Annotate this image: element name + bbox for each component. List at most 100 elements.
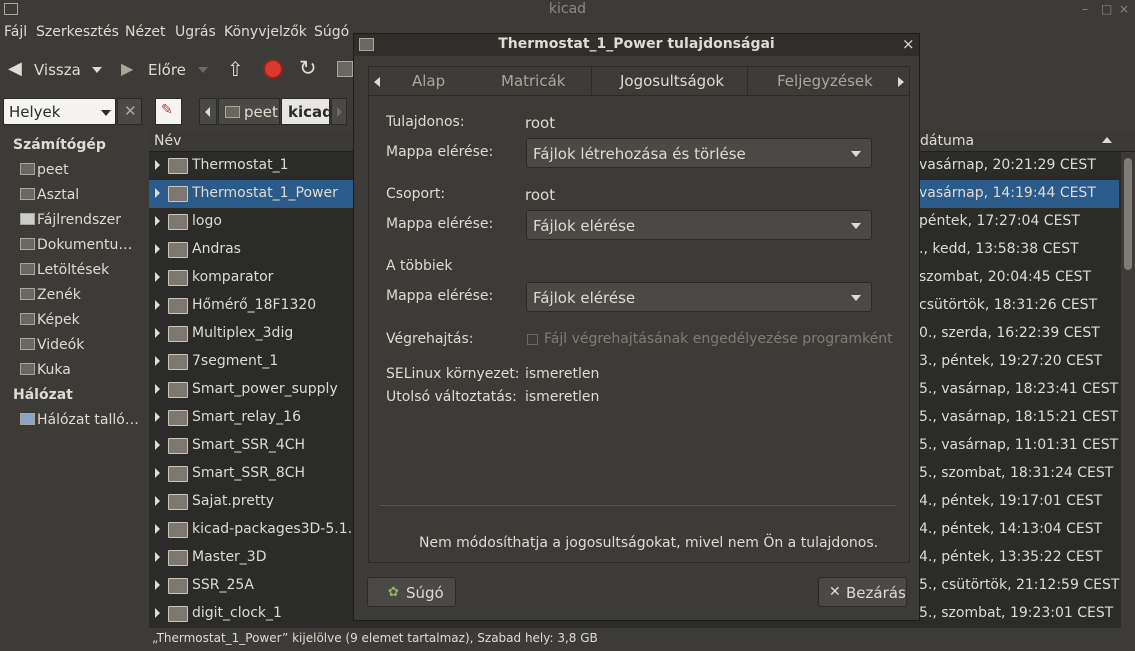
file-name: Sajat.pretty — [192, 493, 275, 509]
close-icon[interactable]: × — [902, 35, 915, 53]
places-dropdown[interactable]: Helyek — [3, 98, 116, 125]
column-date-header[interactable]: dátuma — [920, 133, 974, 149]
forward-arrow-icon: ▶ — [121, 59, 134, 78]
close-window-button[interactable]: × — [1119, 0, 1129, 18]
menu-view[interactable]: Nézet — [125, 24, 166, 40]
file-name: SSR_25A — [192, 577, 254, 593]
sidebar-item-music[interactable]: Zenék — [20, 287, 81, 303]
reload-icon[interactable]: ↻ — [299, 56, 317, 80]
others-label: A többiek — [386, 258, 453, 274]
folder-icon — [20, 238, 35, 250]
minimize-button[interactable]: – — [1082, 0, 1088, 18]
crumb-peet[interactable]: peet — [218, 98, 280, 125]
sidebar-item-pictures[interactable]: Képek — [20, 312, 80, 328]
last-change-value: ismeretlen — [525, 389, 600, 405]
folder-icon — [168, 410, 188, 426]
sidebar-item-network-browse[interactable]: Hálózat talló… — [20, 412, 139, 428]
stop-icon[interactable] — [263, 59, 283, 79]
expand-icon[interactable] — [155, 468, 160, 478]
expand-icon[interactable] — [155, 188, 160, 198]
tab-bar: Alap Matricák Jogosultságok Feljegyzések — [368, 66, 910, 97]
menu-help[interactable]: Súgó — [314, 24, 349, 40]
tab-scroll-right-icon[interactable] — [898, 77, 904, 87]
folder-icon — [168, 242, 188, 258]
expand-icon[interactable] — [155, 328, 160, 338]
expand-icon[interactable] — [155, 384, 160, 394]
folder-icon — [168, 606, 188, 622]
tab-scroll-left-icon[interactable] — [374, 77, 380, 87]
expand-icon[interactable] — [155, 244, 160, 254]
back-history-chevron-icon[interactable] — [92, 67, 102, 73]
sidebar-item-peet[interactable]: peet — [20, 162, 69, 178]
folder-icon — [168, 522, 188, 538]
status-text: „Thermostat_1_Power” kijelölve (9 elemet… — [152, 631, 598, 645]
statusbar: „Thermostat_1_Power” kijelölve (9 elemet… — [0, 628, 1135, 651]
expand-icon[interactable] — [155, 216, 160, 226]
expand-icon[interactable] — [155, 496, 160, 506]
column-name-header[interactable]: Név — [154, 133, 181, 149]
close-button-label: Bezárás — [846, 584, 906, 602]
exec-checkbox[interactable] — [527, 334, 538, 345]
close-icon: ✕ — [124, 102, 137, 120]
help-button[interactable]: ✿ Súgó — [367, 577, 456, 607]
close-button[interactable]: ✕ Bezárás — [818, 577, 907, 607]
tab-permissions[interactable]: Jogosultságok — [591, 66, 748, 97]
chevron-down-icon — [851, 295, 861, 301]
back-button[interactable]: Vissza — [34, 61, 81, 79]
up-icon[interactable]: ⇧ — [227, 57, 244, 81]
crumb-label: peet — [244, 103, 278, 121]
folder-icon — [168, 270, 188, 286]
window-title: kicad — [548, 1, 587, 17]
expand-icon[interactable] — [155, 608, 160, 618]
file-name: Smart_power_supply — [192, 381, 338, 397]
menu-edit[interactable]: Szerkesztés — [36, 24, 119, 40]
menu-go[interactable]: Ugrás — [175, 24, 216, 40]
chevron-down-icon — [101, 110, 111, 116]
dialog-title: Thermostat_1_Power tulajdonságai — [498, 36, 775, 52]
sidebar-item-desktop[interactable]: Asztal — [20, 187, 79, 203]
file-date: péntek, 17:27:04 CEST — [919, 213, 1080, 229]
file-name: komparator — [192, 269, 274, 285]
crumb-kicad[interactable]: kicad — [281, 98, 333, 125]
edit-location-button[interactable]: ✎ — [155, 98, 182, 125]
file-name: Thermostat_1 — [192, 157, 289, 173]
scrollbar-thumb[interactable] — [1124, 158, 1132, 270]
expand-icon[interactable] — [155, 440, 160, 450]
close-places-button[interactable]: ✕ — [117, 98, 142, 125]
home-icon[interactable] — [337, 61, 353, 77]
crumb-left-button[interactable] — [199, 98, 217, 125]
owner-access-value: Fájlok létrehozása és törlése — [533, 145, 746, 163]
properties-dialog: Thermostat_1_Power tulajdonságai × Alap … — [353, 33, 920, 621]
file-date: 5., szombat, 19:23:01 CEST — [919, 605, 1114, 621]
maximize-button[interactable]: □ — [1101, 0, 1112, 18]
file-date: 4., péntek, 13:35:22 CEST — [919, 549, 1103, 565]
tab-notes[interactable]: Feljegyzések — [777, 72, 873, 90]
sidebar-item-trash[interactable]: Kuka — [20, 362, 71, 378]
sidebar-item-downloads[interactable]: Letöltések — [20, 262, 109, 278]
sidebar-item-videos[interactable]: Videók — [20, 337, 84, 353]
help-button-label: Súgó — [406, 584, 444, 602]
expand-icon[interactable] — [155, 524, 160, 534]
menu-bookmarks[interactable]: Könyvjelzők — [224, 24, 307, 40]
expand-icon[interactable] — [155, 356, 160, 366]
file-list-scrollbar[interactable] — [1121, 152, 1135, 628]
group-label: Csoport: — [386, 186, 446, 202]
expand-icon[interactable] — [155, 552, 160, 562]
tab-basic[interactable]: Alap — [412, 72, 445, 90]
folder-icon — [168, 354, 188, 370]
menu-file[interactable]: Fájl — [4, 24, 27, 40]
group-access-dropdown[interactable]: Fájlok elérése — [526, 210, 872, 240]
expand-icon[interactable] — [155, 412, 160, 422]
expand-icon[interactable] — [155, 580, 160, 590]
expand-icon[interactable] — [155, 272, 160, 282]
others-access-dropdown[interactable]: Fájlok elérése — [526, 282, 872, 312]
expand-icon[interactable] — [155, 160, 160, 170]
sidebar-item-filesystem[interactable]: Fájlrendszer — [20, 212, 121, 228]
sidebar-item-documents[interactable]: Dokumentu… — [20, 237, 132, 253]
tab-emblems[interactable]: Matricák — [501, 72, 565, 90]
forward-history-chevron-icon[interactable] — [198, 67, 208, 73]
owner-access-dropdown[interactable]: Fájlok létrehozása és törlése — [526, 138, 872, 168]
crumb-right-button[interactable] — [331, 98, 347, 125]
expand-icon[interactable] — [155, 300, 160, 310]
forward-button[interactable]: Előre — [148, 61, 186, 79]
